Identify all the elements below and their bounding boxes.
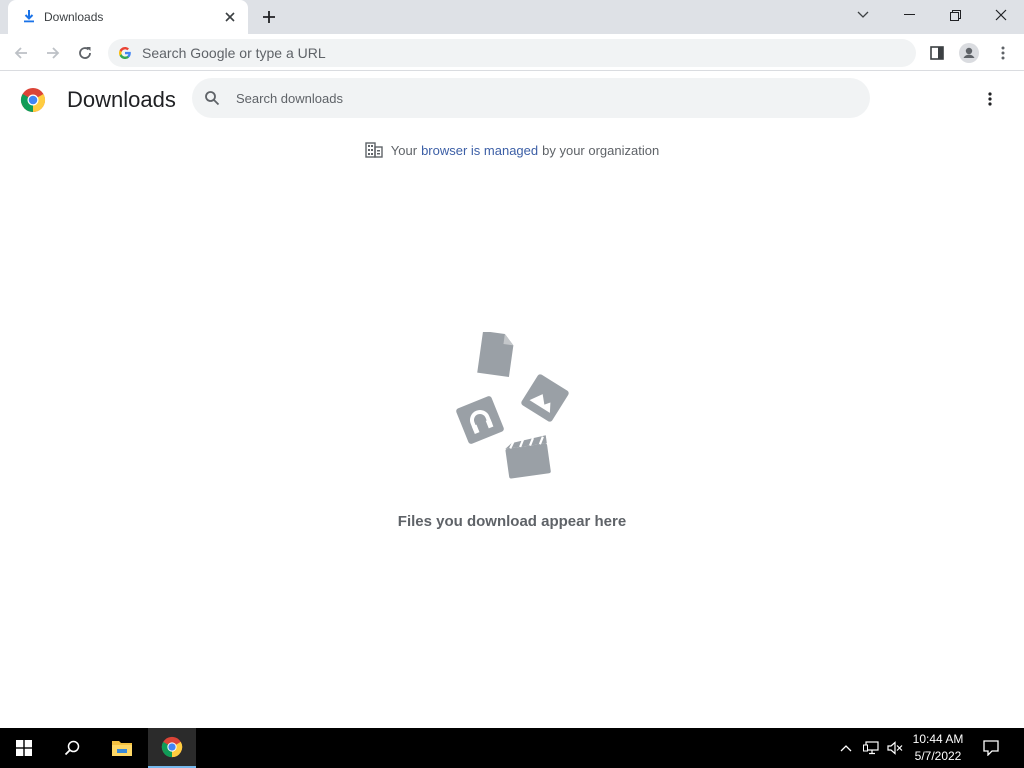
network-button[interactable] (860, 728, 882, 768)
page-title: Downloads (67, 87, 176, 112)
google-icon (119, 47, 131, 59)
audio-icon (456, 396, 504, 444)
more-vert-icon (988, 92, 992, 106)
forward-button[interactable] (40, 40, 66, 66)
managed-link[interactable]: browser is managed (421, 143, 538, 158)
minimize-icon (903, 14, 915, 15)
omnibox[interactable] (108, 39, 916, 67)
managed-notice: Your browser is managed by your organiza… (0, 140, 1024, 160)
tab-strip: Downloads (0, 0, 1024, 34)
image-icon (521, 374, 569, 422)
minimize-button[interactable] (886, 0, 932, 30)
clock-date: 5/7/2022 (914, 749, 962, 763)
taskbar-chrome-button[interactable] (148, 728, 196, 768)
search-icon (205, 91, 220, 106)
folder-icon (112, 741, 132, 756)
download-icon (24, 10, 34, 23)
side-panel-icon (930, 46, 944, 60)
search-input[interactable] (236, 78, 836, 118)
profile-button[interactable] (956, 40, 982, 66)
close-icon (225, 12, 235, 22)
empty-state-message: Files you download appear here (397, 513, 627, 530)
arrow-right-icon (47, 47, 60, 59)
reload-button[interactable] (72, 40, 98, 66)
downloads-search[interactable] (192, 78, 870, 118)
new-tab-button[interactable] (258, 6, 280, 28)
volume-muted-icon (887, 741, 903, 755)
notification-icon (983, 740, 999, 756)
document-icon (477, 332, 514, 378)
tab-search-button[interactable] (840, 0, 886, 30)
video-icon (505, 435, 551, 479)
empty-downloads-illustration (456, 332, 569, 479)
more-vert-icon (1001, 46, 1005, 60)
arrow-left-icon (14, 47, 27, 59)
side-panel-button[interactable] (924, 40, 950, 66)
back-button[interactable] (8, 40, 34, 66)
chrome-logo-icon (20, 88, 46, 112)
chevron-up-icon (840, 745, 852, 752)
reload-icon (79, 47, 91, 59)
restore-icon (949, 9, 961, 21)
browser-toolbar (0, 34, 1024, 71)
downloads-header: Downloads (0, 71, 1024, 127)
plus-icon (263, 11, 275, 23)
windows-icon (16, 740, 32, 756)
avatar-icon (959, 43, 979, 63)
building-icon (365, 142, 383, 158)
taskbar: 10:44 AM 5/7/2022 (0, 728, 1024, 768)
start-button[interactable] (0, 728, 48, 768)
managed-suffix: by your organization (542, 142, 660, 158)
close-window-button[interactable] (978, 0, 1024, 30)
taskbar-clock[interactable]: 10:44 AM 5/7/2022 (904, 731, 972, 765)
tab-downloads[interactable]: Downloads (8, 0, 248, 34)
search-icon (64, 740, 80, 756)
show-hidden-icons-button[interactable] (836, 728, 856, 768)
clock-time: 10:44 AM (912, 732, 964, 746)
tab-title: Downloads (44, 10, 104, 24)
managed-prefix: Your (390, 142, 418, 158)
chrome-menu-button[interactable] (990, 40, 1016, 66)
file-explorer-button[interactable] (98, 728, 146, 768)
notifications-button[interactable] (976, 728, 1006, 768)
omnibox-input[interactable] (142, 39, 882, 67)
restore-button[interactable] (932, 0, 978, 30)
volume-button[interactable] (884, 728, 906, 768)
chevron-down-icon (857, 11, 869, 18)
close-tab-button[interactable] (220, 7, 240, 27)
taskbar-search-button[interactable] (48, 728, 96, 768)
network-icon (863, 741, 879, 755)
close-icon (995, 9, 1007, 21)
downloads-more-button[interactable] (978, 87, 1002, 111)
chrome-icon (161, 736, 183, 758)
